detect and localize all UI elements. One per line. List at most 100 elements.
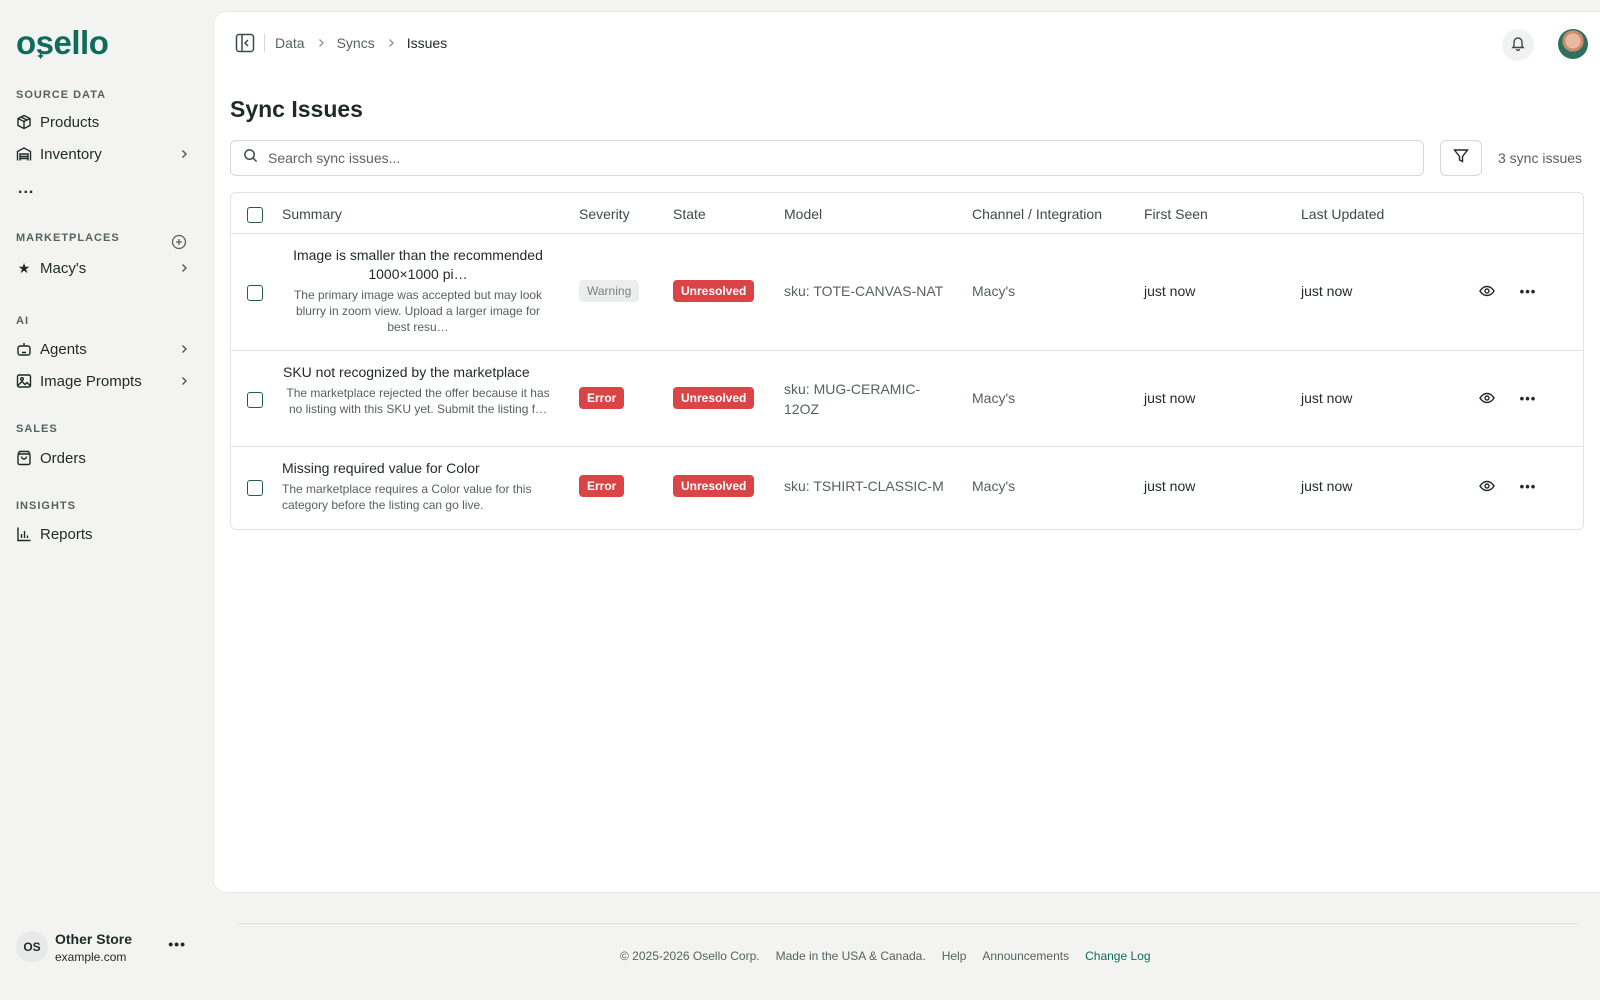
column-first-seen[interactable]: First Seen (1144, 206, 1208, 222)
issue-description: The primary image was accepted but may l… (293, 288, 543, 334)
sidebar-item-label: Macy's (40, 259, 87, 277)
breadcrumb-data[interactable]: Data (275, 35, 305, 51)
footer-announcements-link[interactable]: Announcements (982, 949, 1069, 963)
sidebar-item-inventory[interactable]: Inventory (16, 140, 190, 168)
warehouse-icon (16, 146, 32, 162)
sync-issues-table: Summary Severity State Model Channel / I… (230, 192, 1584, 530)
search-input[interactable] (268, 150, 1368, 166)
select-all-checkbox[interactable] (247, 207, 263, 223)
store-more-icon[interactable]: ••• (168, 936, 186, 952)
row-checkbox[interactable] (247, 480, 263, 496)
sidebar-item-reports[interactable]: Reports (16, 520, 190, 548)
store-name: Other Store (55, 930, 133, 947)
user-avatar[interactable] (1558, 29, 1588, 59)
row-more-icon[interactable]: ••• (1517, 388, 1539, 408)
store-switcher[interactable]: OS Other Store example.com ••• (16, 924, 196, 970)
column-state[interactable]: State (673, 206, 706, 222)
sidebar-item-orders[interactable]: Orders (16, 444, 190, 472)
last-updated: just now (1301, 478, 1353, 494)
shopping-bag-icon (16, 450, 32, 466)
row-checkbox[interactable] (247, 392, 263, 408)
chevron-right-icon (178, 148, 190, 160)
sidebar-item-products[interactable]: Products (16, 108, 190, 136)
footer-help-link[interactable]: Help (942, 949, 967, 963)
divider (264, 34, 265, 52)
issue-description: The marketplace requires a Color value f… (282, 482, 532, 512)
package-icon (16, 114, 32, 130)
sidebar-item-label: Image Prompts (40, 372, 142, 390)
more-source-data-button[interactable]: ... (18, 180, 34, 198)
column-severity[interactable]: Severity (579, 206, 630, 222)
row-more-icon[interactable]: ••• (1517, 281, 1539, 301)
table-row[interactable]: SKU not recognized by the marketplace Th… (231, 351, 1583, 447)
model-sku: sku: TSHIRT-CLASSIC-M (784, 478, 944, 494)
table-row[interactable]: Missing required value for Color The mar… (231, 447, 1583, 529)
issue-summary: Missing required value for Color The mar… (282, 459, 552, 513)
search-box[interactable] (230, 140, 1424, 176)
column-last-updated[interactable]: Last Updated (1301, 206, 1384, 222)
chevron-right-icon (178, 375, 190, 387)
sidebar-item-image-prompts[interactable]: Image Prompts (16, 367, 190, 395)
channel-name: Macy's (972, 478, 1016, 494)
chevron-right-icon (317, 38, 325, 48)
sidebar-item-label: Reports (40, 525, 93, 543)
sidebar-item-label: Orders (40, 449, 86, 467)
section-heading-sales: SALES (16, 423, 58, 435)
column-model[interactable]: Model (784, 206, 822, 222)
first-seen: just now (1144, 283, 1196, 299)
chevron-right-icon (387, 38, 395, 48)
page-title: Sync Issues (230, 96, 363, 122)
section-heading-marketplaces: MARKETPLACES (16, 232, 120, 244)
channel-name: Macy's (972, 283, 1016, 299)
model-sku: sku: TOTE-CANVAS-NAT (784, 283, 944, 299)
state-badge: Unresolved (673, 475, 755, 497)
breadcrumb: Data Syncs Issues (234, 30, 447, 56)
filter-button[interactable] (1440, 140, 1482, 176)
issue-title: Image is smaller than the recommended 10… (293, 247, 543, 282)
add-marketplace-icon[interactable] (171, 234, 187, 250)
footer-divider (238, 923, 1578, 924)
breadcrumb-issues: Issues (406, 35, 448, 51)
state-badge: Unresolved (673, 280, 755, 302)
sidebar-item-label: Agents (40, 340, 87, 358)
row-more-icon[interactable]: ••• (1517, 476, 1539, 496)
view-eye-icon[interactable] (1477, 388, 1497, 408)
channel-name: Macy's (972, 390, 1016, 406)
chevron-right-icon (178, 343, 190, 355)
sidebar-item-label: Products (40, 113, 100, 131)
store-domain: example.com (55, 949, 127, 964)
column-summary[interactable]: Summary (282, 206, 342, 222)
state-badge: Unresolved (673, 387, 755, 409)
section-heading-insights: INSIGHTS (16, 500, 76, 512)
search-icon (243, 148, 258, 168)
severity-badge: Error (579, 475, 625, 497)
issue-summary: SKU not recognized by the marketplace Th… (283, 363, 553, 417)
sparkle-icon: ✦ (36, 51, 45, 63)
table-row[interactable]: Image is smaller than the recommended 10… (231, 234, 1583, 351)
breadcrumb-syncs[interactable]: Syncs (337, 35, 375, 51)
first-seen: just now (1144, 390, 1196, 406)
logo-text: osello (16, 24, 109, 61)
issue-title: SKU not recognized by the marketplace (283, 364, 530, 380)
sidebar-item-macys[interactable]: ★ Macy's (16, 254, 190, 282)
view-eye-icon[interactable] (1477, 281, 1497, 301)
issue-description: The marketplace rejected the offer becau… (286, 386, 550, 416)
column-channel[interactable]: Channel / Integration (972, 206, 1102, 222)
image-icon (16, 373, 32, 389)
chevron-right-icon (178, 262, 190, 274)
first-seen: just now (1144, 478, 1196, 494)
robot-icon (16, 341, 32, 357)
table-header: Summary Severity State Model Channel / I… (231, 193, 1583, 234)
notifications-button[interactable] (1502, 29, 1534, 61)
section-heading-ai: AI (16, 315, 29, 327)
bell-icon (1510, 35, 1526, 56)
issue-title: Missing required value for Color (282, 460, 480, 476)
filter-icon (1453, 148, 1469, 169)
footer-changelog-link[interactable]: Change Log (1085, 949, 1150, 963)
sidebar-item-agents[interactable]: Agents (16, 335, 190, 363)
osello-logo[interactable]: osello ✦ (16, 24, 109, 63)
row-checkbox[interactable] (247, 285, 263, 301)
view-eye-icon[interactable] (1477, 476, 1497, 496)
sidebar-collapse-icon[interactable] (234, 32, 256, 54)
sidebar-item-label: Inventory (40, 145, 102, 163)
